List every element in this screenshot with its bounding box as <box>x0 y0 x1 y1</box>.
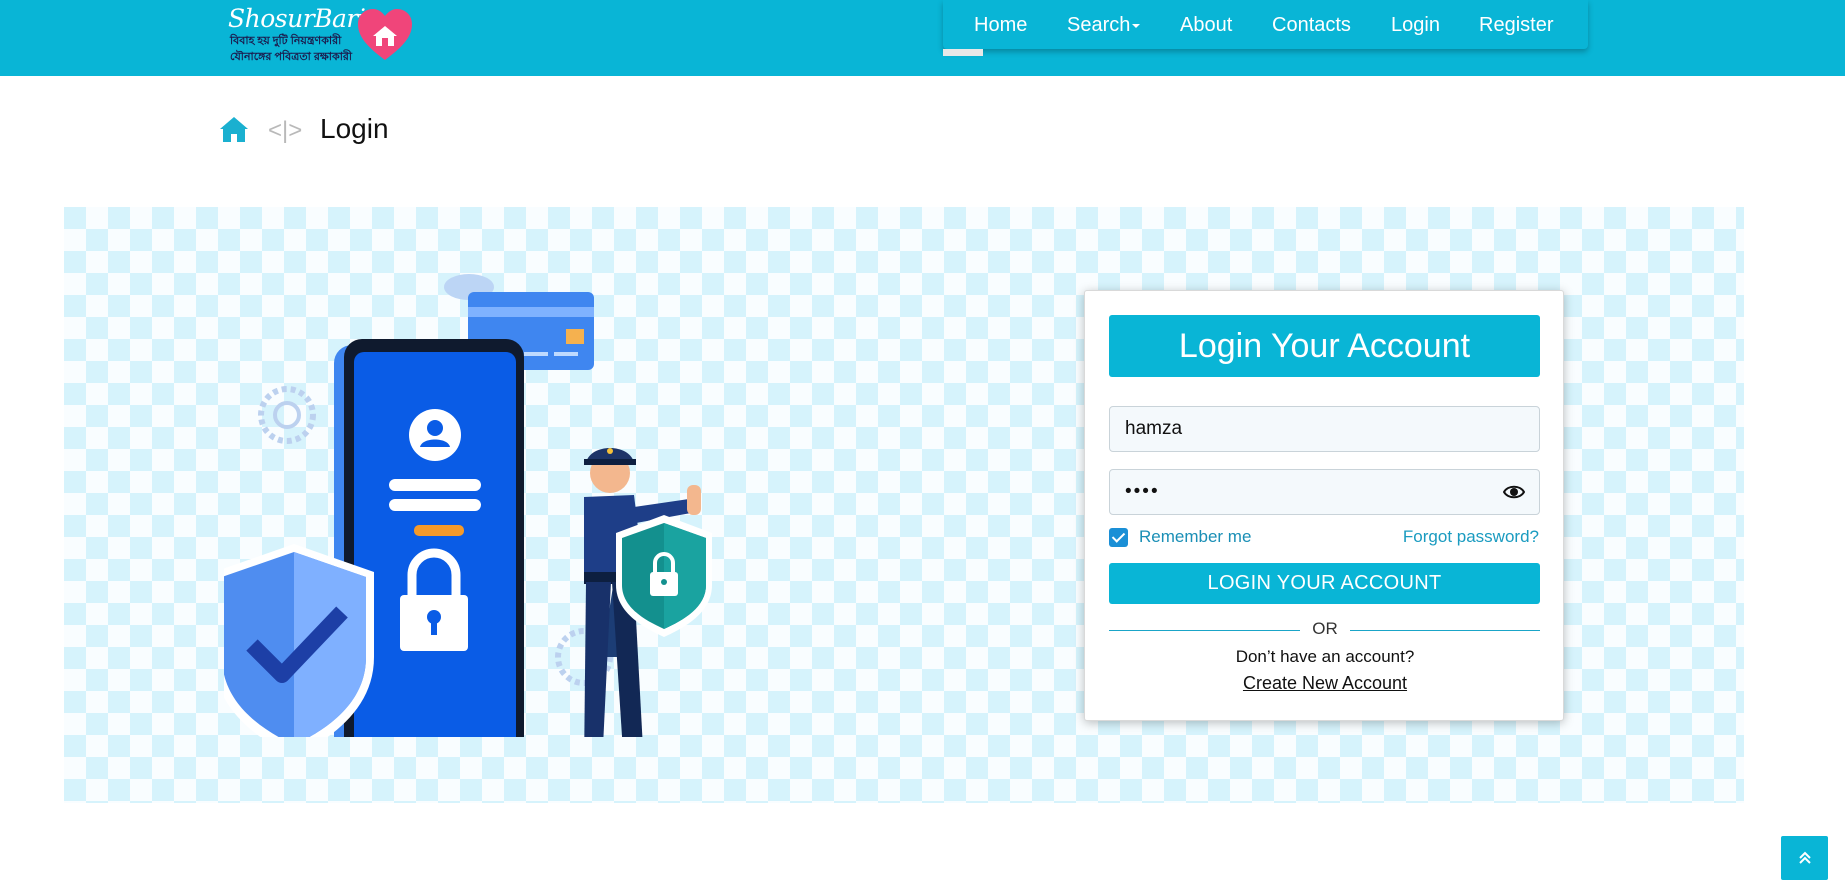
officer-figure <box>584 448 712 737</box>
nav-login[interactable]: Login <box>1391 14 1440 37</box>
nav-search[interactable]: Search <box>1067 14 1141 37</box>
logo-name: ShosurBari <box>228 4 366 33</box>
or-label: OR <box>1300 619 1350 638</box>
nav-search-label: Search <box>1067 14 1131 36</box>
eye-icon[interactable] <box>1503 483 1525 501</box>
site-logo[interactable]: ShosurBari বিবাহ হয় দুটি নিয়ন্ত্রণকারী… <box>228 4 414 64</box>
home-icon[interactable] <box>219 115 249 143</box>
login-submit-button[interactable]: LOGIN YOUR ACCOUNT <box>1109 563 1540 604</box>
create-account-link[interactable]: Create New Account <box>1085 673 1565 694</box>
main-nav: Home Search About Contacts Login Registe… <box>943 0 1588 49</box>
username-input[interactable]: hamza <box>1109 406 1540 452</box>
nav-about[interactable]: About <box>1180 14 1232 37</box>
nav-register[interactable]: Register <box>1479 14 1553 37</box>
nav-active-indicator <box>943 49 983 56</box>
logo-tagline-line2: যৌনাঙ্গের পবিত্রতা রক্ষাকারী <box>230 51 353 63</box>
forgot-password-link[interactable]: Forgot password? <box>1403 527 1539 547</box>
remember-label: Remember me <box>1139 527 1252 546</box>
or-label-wrap: OR <box>1085 619 1565 639</box>
angles-up-icon <box>1798 851 1811 864</box>
login-banner: Login Your Account hamza •••• Remember m… <box>64 207 1744 803</box>
heart-house-logo-icon <box>358 9 412 60</box>
remember-me[interactable]: Remember me <box>1109 527 1251 547</box>
shield-check-icon <box>224 544 374 737</box>
gear-icon <box>258 386 316 444</box>
password-input[interactable]: •••• <box>1109 469 1540 515</box>
login-card: Login Your Account hamza •••• Remember m… <box>1084 290 1564 721</box>
password-value: •••• <box>1125 481 1160 502</box>
nav-home[interactable]: Home <box>974 14 1027 37</box>
scroll-to-top-button[interactable] <box>1781 836 1828 880</box>
security-illustration <box>224 274 712 737</box>
nav-contacts[interactable]: Contacts <box>1272 14 1351 37</box>
no-account-text: Don’t have an account? <box>1235 647 1415 666</box>
breadcrumb-separator: <|> <box>268 117 303 144</box>
login-heading: Login Your Account <box>1109 315 1540 377</box>
page-title: Login <box>320 113 389 144</box>
chevron-down-icon <box>1132 23 1141 28</box>
remember-checkbox[interactable] <box>1109 527 1128 547</box>
